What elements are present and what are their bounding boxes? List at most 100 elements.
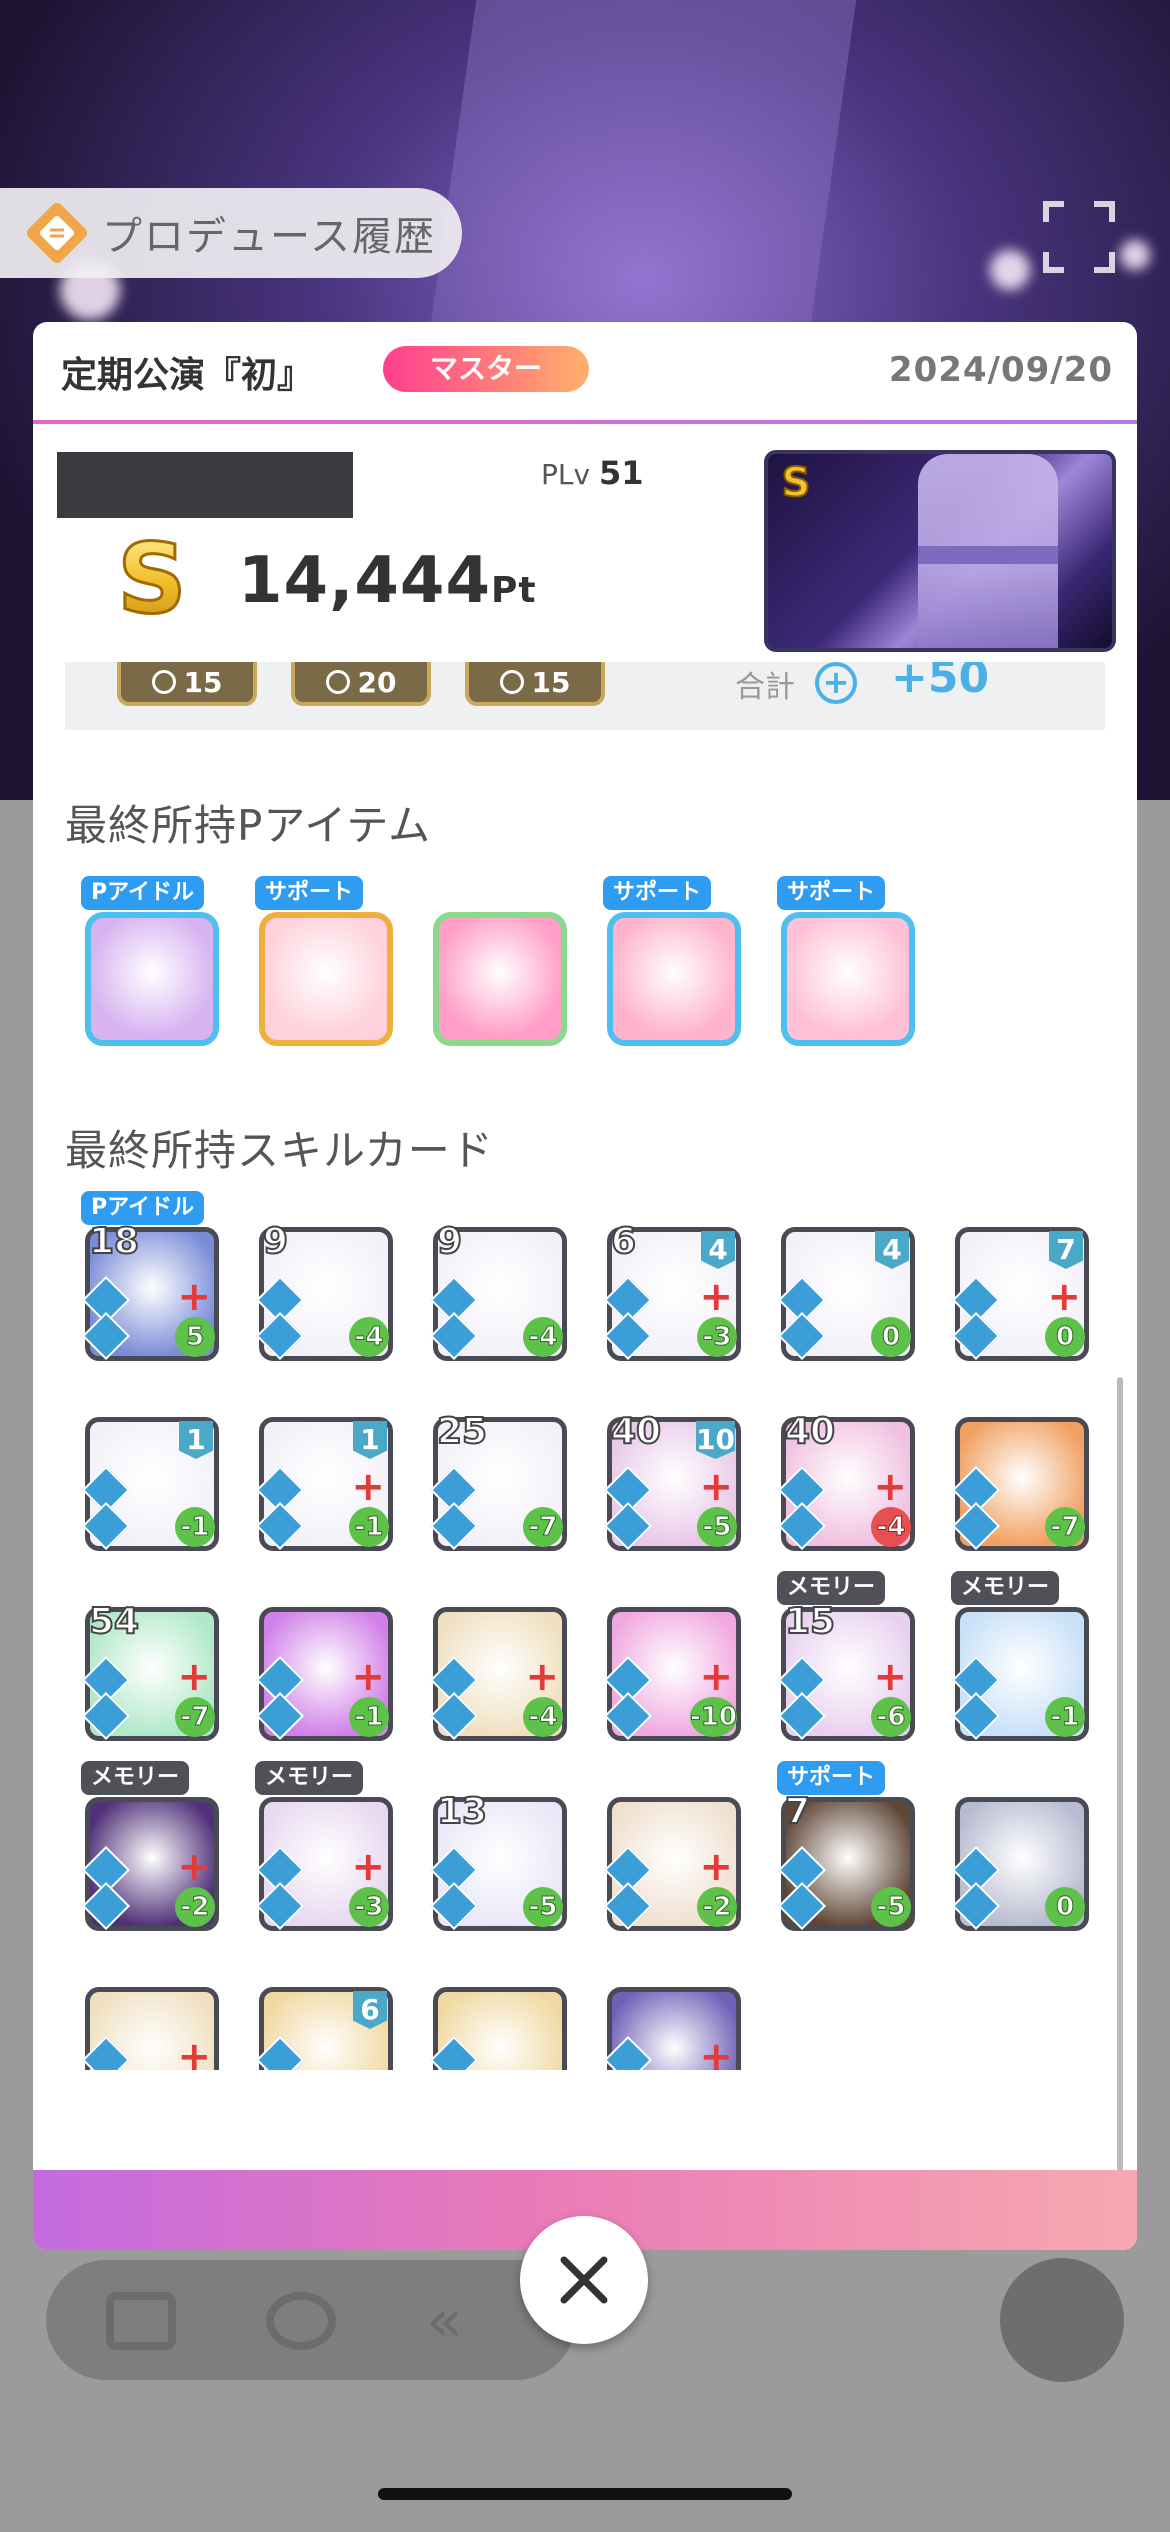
skill-card[interactable]: 54 + -7 xyxy=(81,1600,219,1741)
skill-card[interactable]: メモリー 15 + -6 xyxy=(777,1571,915,1741)
item-tag: サポート xyxy=(255,876,364,910)
enhanced-plus-icon: + xyxy=(873,1654,907,1700)
card-count: 13 xyxy=(436,1790,488,1833)
skill-card[interactable]: 13 -5 xyxy=(429,1790,567,1931)
skill-card[interactable]: +-4 xyxy=(429,1607,567,1741)
home-indicator xyxy=(378,2488,792,2500)
skill-card[interactable]: +-4 xyxy=(81,1987,219,2070)
card-cost: -5 xyxy=(871,1887,911,1927)
item-frame xyxy=(85,912,219,1046)
skill-card[interactable]: + -10 xyxy=(603,1607,741,1741)
skill-card[interactable]: 9 -4 xyxy=(429,1220,567,1361)
result-summary: PLv 51 S 14,444Pt S xyxy=(33,424,1137,664)
card-cost: -7 xyxy=(175,1697,215,1737)
skill-card[interactable]: メモリー -1 xyxy=(951,1571,1089,1741)
result-header: 定期公演『初』 マスター 2024/09/20 xyxy=(33,322,1137,424)
skill-card[interactable]: 6-3 xyxy=(255,1987,393,2070)
item-frame xyxy=(607,912,741,1046)
enhanced-plus-icon: + xyxy=(351,1654,385,1700)
enhanced-plus-icon: + xyxy=(873,1464,907,1510)
param-icon xyxy=(151,670,176,694)
card-count: 40 xyxy=(610,1410,662,1453)
item-tag: サポート xyxy=(603,876,712,910)
produce-history-tab: プロデュース履歴 xyxy=(0,188,462,278)
enhanced-plus-icon: + xyxy=(699,1844,733,1890)
enhanced-plus-icon: + xyxy=(351,1844,385,1890)
help-icon xyxy=(266,2292,336,2350)
skill-card[interactable]: 6 4 + -3 xyxy=(603,1220,741,1361)
card-cost: -10 xyxy=(690,1697,737,1737)
skill-card[interactable]: 40 + -4 xyxy=(777,1410,915,1551)
scrollbar[interactable] xyxy=(1117,1377,1123,2177)
enhanced-plus-icon: + xyxy=(1047,1274,1081,1320)
enhanced-plus-icon: + xyxy=(177,1274,211,1320)
card-count: 9 xyxy=(262,1220,289,1263)
skill-card[interactable]: + -1 xyxy=(255,1607,393,1741)
total-points: 14,444Pt xyxy=(238,544,537,618)
p-items-title: 最終所持Pアイテム xyxy=(65,801,432,850)
item-frame xyxy=(433,912,567,1046)
skill-card[interactable]: 0 xyxy=(951,1797,1089,1931)
card-count: 7 xyxy=(784,1790,811,1833)
enhanced-plus-icon: + xyxy=(525,1654,559,1700)
skill-card[interactable]: メモリー + -3 xyxy=(255,1761,393,1931)
fullscreen-icon[interactable] xyxy=(1040,198,1118,276)
skill-card[interactable]: -3 xyxy=(429,1987,567,2070)
card-tag: メモリー xyxy=(255,1761,364,1795)
idol-thumbnail[interactable]: S xyxy=(764,450,1116,652)
card-cost: 0 xyxy=(1045,1887,1085,1927)
home-icon xyxy=(106,2292,176,2350)
result-date: 2024/09/20 xyxy=(888,350,1113,390)
skill-card[interactable]: + -2 xyxy=(603,1797,741,1931)
skill-card[interactable]: 1 -1 xyxy=(81,1417,219,1551)
enhanced-plus-icon: + xyxy=(699,1464,733,1510)
skill-card[interactable]: メモリー + -2 xyxy=(81,1761,219,1931)
skill-card[interactable]: 25 -7 xyxy=(429,1410,567,1551)
card-cost: -2 xyxy=(175,1887,215,1927)
difficulty-badge: マスター xyxy=(383,346,589,392)
result-panel: 定期公演『初』 マスター 2024/09/20 PLv 51 S 14,444P… xyxy=(33,322,1137,2250)
petal-item[interactable]: サポート xyxy=(255,876,393,1046)
card-cost: -7 xyxy=(1045,1507,1085,1547)
card-cost: -4 xyxy=(523,1317,563,1357)
card-count: 15 xyxy=(784,1600,836,1643)
enhanced-plus-icon: + xyxy=(177,1844,211,1890)
produce-history-label: プロデュース履歴 xyxy=(102,214,436,260)
skill-card[interactable]: Pアイドル 18 +5 xyxy=(81,1191,219,1361)
card-cost: -6 xyxy=(871,1697,911,1737)
skill-cards-title: 最終所持スキルカード xyxy=(65,1126,494,1175)
parameter-strip: 15 20 15 合計 + +50 xyxy=(65,662,1105,730)
star-chain-item[interactable]: サポート xyxy=(777,876,915,1046)
item-tag: サポート xyxy=(777,876,886,910)
card-cost: -3 xyxy=(349,1887,389,1927)
card-cost: -2 xyxy=(697,1887,737,1927)
enhanced-plus-icon: + xyxy=(351,1464,385,1510)
close-icon xyxy=(560,2256,608,2304)
enhanced-plus-icon: + xyxy=(699,1654,733,1700)
skill-card[interactable]: 9 -4 xyxy=(255,1220,393,1361)
param-icon xyxy=(325,670,350,694)
svg-text:S: S xyxy=(117,530,186,626)
ramen-item[interactable]: サポート xyxy=(603,876,741,1046)
item-tag: Pアイドル xyxy=(81,876,205,910)
enhanced-plus-icon: + xyxy=(177,1654,211,1700)
card-cost: 0 xyxy=(1045,1317,1085,1357)
card-tag: メモリー xyxy=(777,1571,886,1605)
skill-card[interactable]: -7 xyxy=(951,1417,1089,1551)
close-button[interactable] xyxy=(520,2216,648,2344)
card-tag: メモリー xyxy=(81,1761,190,1795)
skill-card[interactable]: サポート 7 -5 xyxy=(777,1761,915,1931)
skill-card[interactable]: 40 xyxy=(777,1227,915,1361)
card-cost: -4 xyxy=(523,1697,563,1737)
skill-card[interactable]: +-5 xyxy=(603,1987,741,2070)
skill-card[interactable]: 40 10 + -5 xyxy=(603,1410,741,1551)
result-scroll-area[interactable]: 15 20 15 合計 + +50 最終所持Pアイテム Pアイドル サポート サポー… xyxy=(33,662,1137,2070)
producer-name-redacted xyxy=(57,452,353,518)
earrings-item[interactable]: Pアイドル xyxy=(81,876,219,1046)
plus-icon: + xyxy=(815,662,857,704)
param-icon xyxy=(499,670,524,694)
card-cost: 0 xyxy=(871,1317,911,1357)
skill-card[interactable]: 7 +0 xyxy=(951,1227,1089,1361)
bracelet-item[interactable] xyxy=(433,912,567,1046)
skill-card[interactable]: 1 + -1 xyxy=(255,1417,393,1551)
